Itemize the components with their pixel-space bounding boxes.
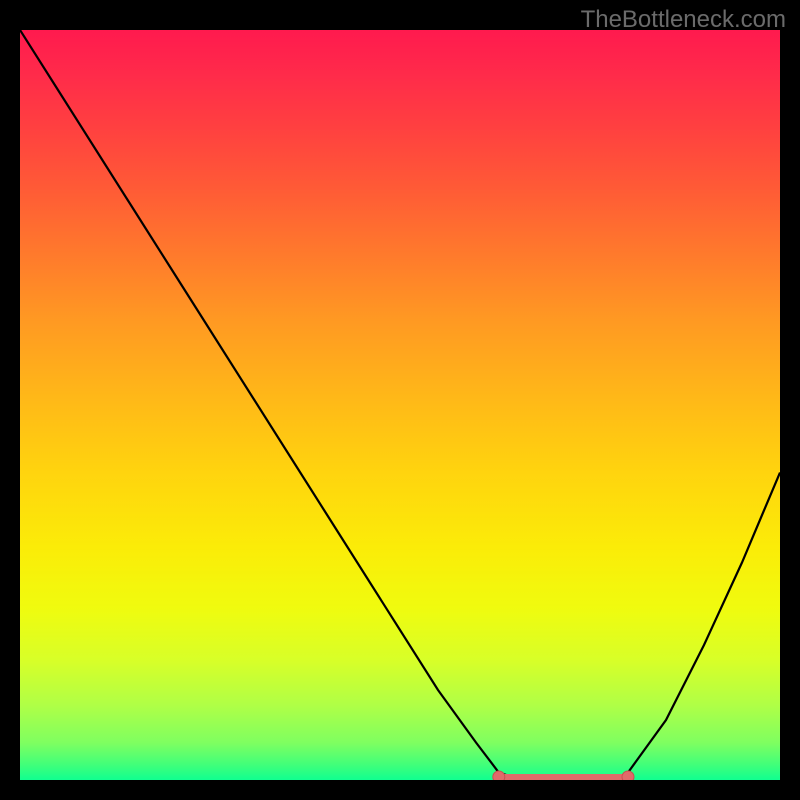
plot-area [20, 30, 780, 780]
bottleneck-curve [20, 30, 780, 780]
watermark-text: TheBottleneck.com [581, 6, 786, 34]
chart-container: TheBottleneck.com [0, 0, 800, 800]
optimal-marker-right [622, 771, 634, 780]
optimal-marker-left [493, 771, 505, 780]
curve-svg [20, 30, 780, 780]
